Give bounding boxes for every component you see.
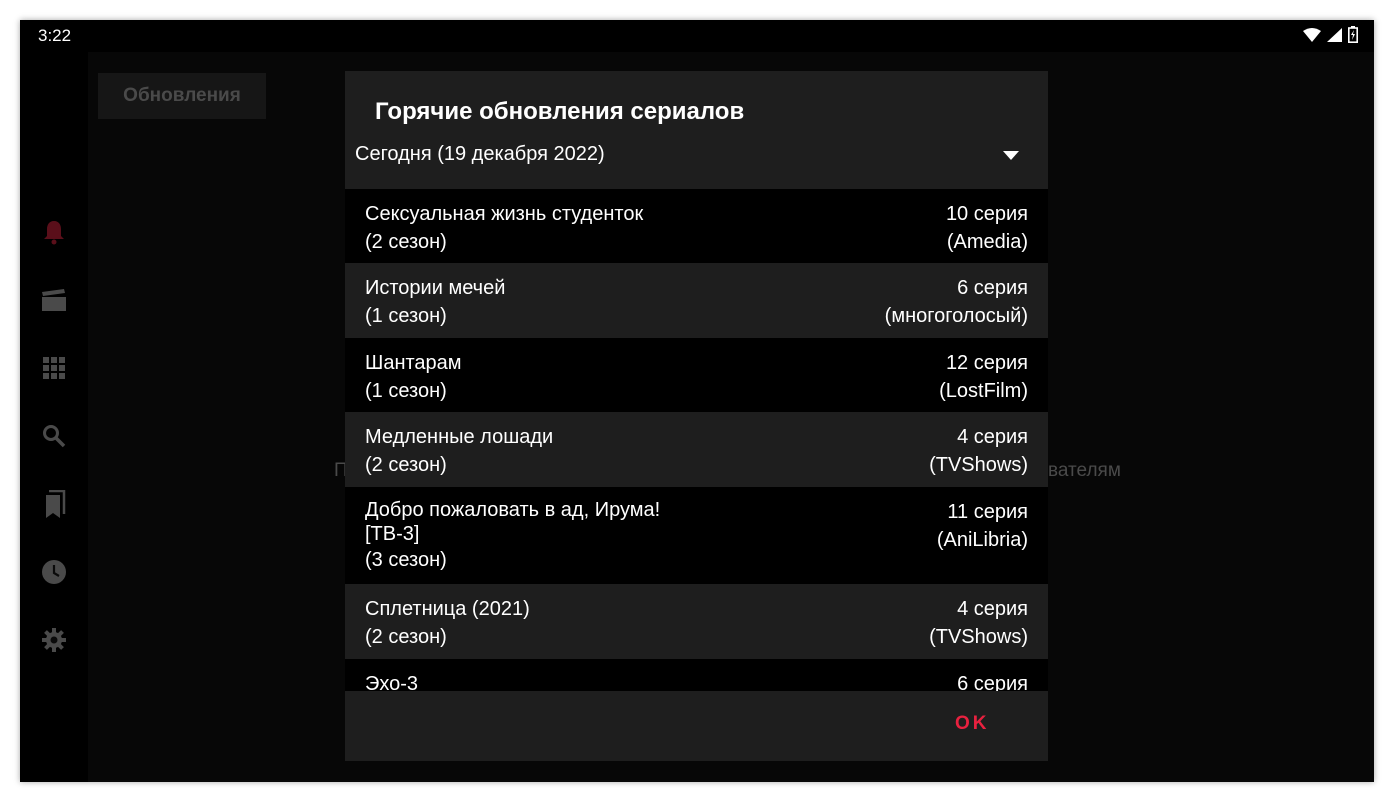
item-episode-info: 4 серия (TVShows)	[929, 423, 1028, 479]
gear-icon[interactable]	[40, 626, 68, 654]
item-season: (2 сезон)	[365, 626, 447, 648]
dialog-title: Горячие обновления сериалов	[375, 98, 745, 125]
item-voice: (Amedia)	[946, 231, 1028, 253]
item-info: Эхо-3	[365, 670, 418, 691]
item-title: Сплетница (2021)	[365, 598, 530, 620]
grid-icon[interactable]	[40, 354, 68, 382]
item-info: Сексуальная жизнь студенток (2 сезон)	[365, 200, 643, 256]
item-info: Истории мечей (1 сезон)	[365, 274, 505, 330]
bell-icon[interactable]	[40, 218, 68, 246]
item-season: (2 сезон)	[365, 231, 447, 253]
item-episode: 4 серия	[957, 426, 1028, 448]
dialog-header: Горячие обновления сериалов Сегодня (19 …	[345, 71, 1048, 189]
list-item[interactable]: Эхо-3 6 серия	[345, 659, 1048, 691]
item-episode-info: 6 серия (многоголосый)	[885, 274, 1028, 330]
battery-icon	[1348, 26, 1358, 48]
item-episode-info: 6 серия	[957, 670, 1028, 691]
item-season: (3 сезон)	[365, 549, 447, 571]
date-dropdown-value: Сегодня (19 декабря 2022)	[355, 143, 605, 165]
item-voice: (TVShows)	[929, 454, 1028, 476]
item-season: (1 сезон)	[365, 380, 447, 402]
item-voice: (AniLibria)	[936, 529, 1028, 551]
list-item[interactable]: Шантарам (1 сезон) 12 серия (LostFilm)	[345, 338, 1048, 412]
item-voice: (многоголосый)	[884, 305, 1028, 327]
item-info: Добро пожаловать в ад, Ирума! [ТВ-3] (3 …	[365, 498, 660, 574]
status-time: 3:22	[38, 26, 72, 45]
device-screen: 3:22 Обновления П вателям Горячие обновл…	[20, 20, 1374, 782]
item-episode: 6 серия	[957, 673, 1028, 691]
item-episode: 4 серия	[957, 598, 1028, 620]
item-title: Истории мечей	[365, 277, 506, 299]
item-info: Шантарам (1 сезон)	[365, 349, 462, 405]
search-icon[interactable]	[40, 422, 68, 450]
item-title: Медленные лошади	[365, 426, 554, 448]
list-item[interactable]: Медленные лошади (2 сезон) 4 серия (TVSh…	[345, 412, 1048, 487]
status-icons	[1303, 26, 1358, 48]
date-dropdown[interactable]: Сегодня (19 декабря 2022)	[345, 135, 1048, 175]
updates-tab[interactable]: Обновления	[98, 73, 266, 119]
item-title: Добро пожаловать в ад, Ирума! [ТВ-3]	[365, 499, 661, 545]
item-episode-info: 11 серия (AniLibria)	[937, 498, 1028, 554]
item-episode-info: 4 серия (TVShows)	[929, 595, 1028, 651]
item-episode-info: 12 серия (LostFilm)	[939, 349, 1028, 405]
list-item[interactable]: Истории мечей (1 сезон) 6 серия (многого…	[345, 263, 1048, 338]
item-voice: (TVShows)	[929, 626, 1028, 648]
bookmarks-icon[interactable]	[40, 490, 68, 518]
list-item[interactable]: Добро пожаловать в ад, Ирума! [ТВ-3] (3 …	[345, 487, 1048, 584]
ok-button[interactable]: OK	[955, 713, 990, 735]
clock-icon[interactable]	[40, 558, 68, 586]
item-episode: 11 серия	[947, 501, 1028, 523]
item-title: Шантарам	[365, 352, 462, 374]
wifi-icon	[1303, 27, 1321, 47]
clapperboard-icon[interactable]	[40, 286, 68, 314]
status-bar: 3:22	[20, 20, 1374, 52]
signal-icon	[1327, 27, 1342, 47]
updates-list[interactable]: Сексуальная жизнь студенток (2 сезон) 10…	[345, 189, 1048, 691]
item-season: (1 сезон)	[365, 305, 447, 327]
item-title: Сексуальная жизнь студенток	[365, 203, 644, 225]
item-voice: (LostFilm)	[939, 380, 1028, 402]
hot-updates-dialog: Горячие обновления сериалов Сегодня (19 …	[345, 71, 1048, 761]
item-season: (2 сезон)	[365, 454, 447, 476]
item-info: Медленные лошади (2 сезон)	[365, 423, 553, 479]
item-episode: 6 серия	[957, 277, 1028, 299]
item-episode: 10 серия	[945, 203, 1028, 225]
dialog-footer: OK	[345, 691, 1048, 761]
list-item[interactable]: Сплетница (2021) (2 сезон) 4 серия (TVSh…	[345, 584, 1048, 659]
background-hint-right: вателям	[1048, 460, 1121, 481]
dropdown-arrow-icon	[1003, 151, 1019, 160]
list-item[interactable]: Сексуальная жизнь студенток (2 сезон) 10…	[345, 189, 1048, 263]
sidebar	[20, 52, 88, 782]
item-episode: 12 серия	[945, 352, 1028, 374]
item-title: Эхо-3	[365, 673, 419, 691]
item-info: Сплетница (2021) (2 сезон)	[365, 595, 530, 651]
item-episode-info: 10 серия (Amedia)	[946, 200, 1028, 256]
